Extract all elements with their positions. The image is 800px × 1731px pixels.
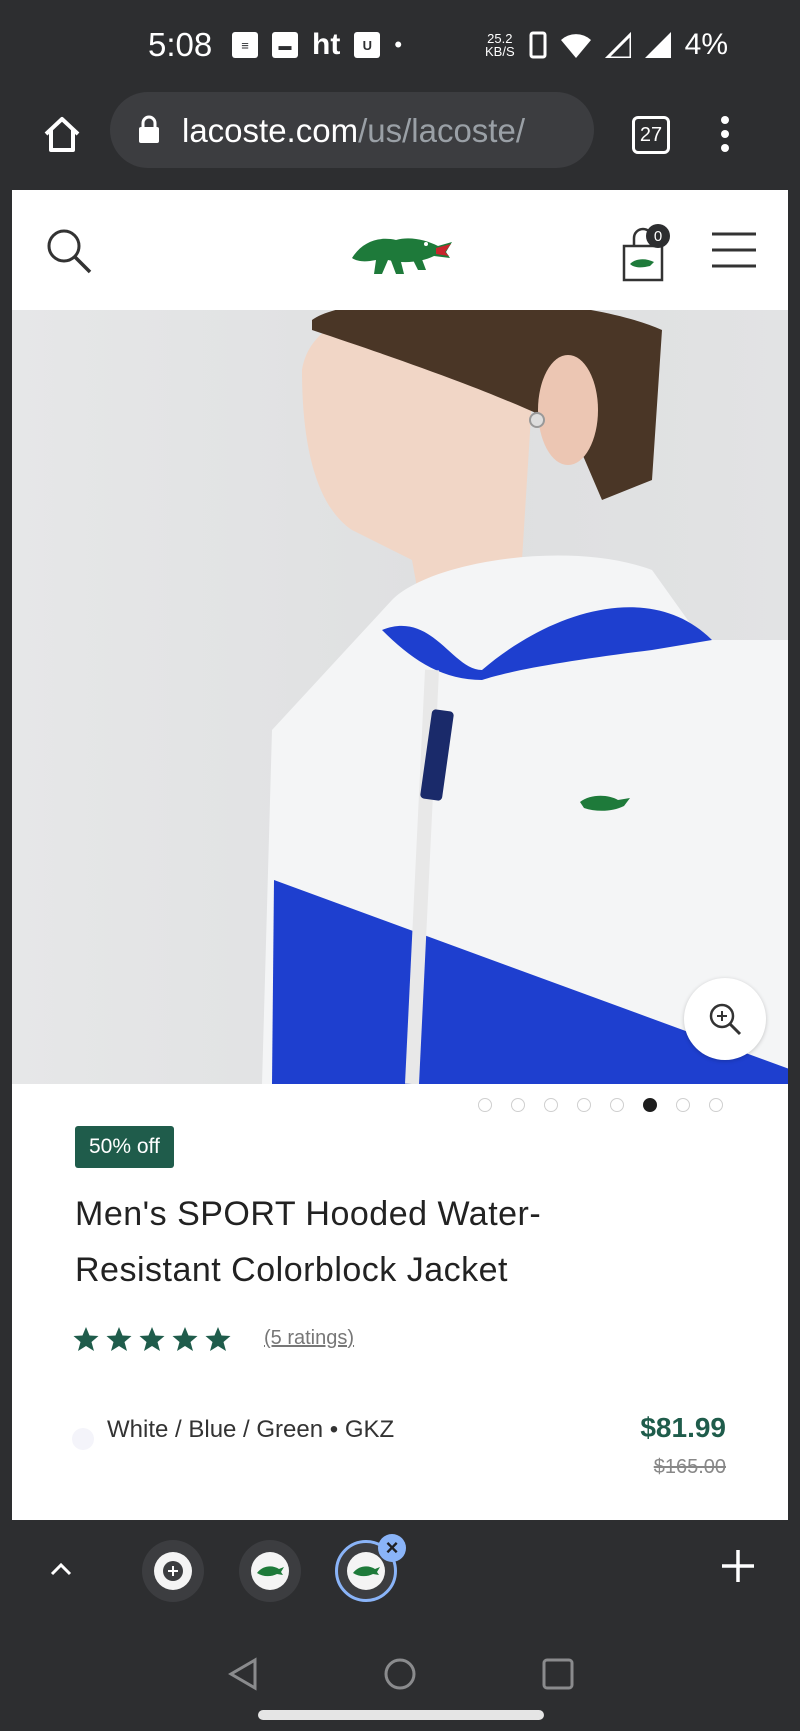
home-icon[interactable] [40, 112, 84, 156]
zoom-button[interactable] [684, 978, 766, 1060]
recent-apps-icon[interactable] [540, 1656, 576, 1692]
new-tab-icon [163, 1561, 183, 1581]
home-nav-icon[interactable] [382, 1656, 418, 1692]
carousel-dot[interactable] [544, 1098, 558, 1112]
carousel-dot[interactable] [709, 1098, 723, 1112]
carousel-dot[interactable] [478, 1098, 492, 1112]
search-icon[interactable] [44, 226, 94, 276]
tab-thumbnail-lacoste[interactable] [239, 1540, 301, 1602]
star-icon [205, 1327, 231, 1351]
product-photo [262, 310, 788, 1084]
signal-icon [604, 32, 631, 58]
lock-icon [139, 115, 159, 143]
more-notifications-dot: • [394, 32, 403, 57]
address-bar[interactable]: lacoste.com/us/lacoste/ [110, 92, 594, 168]
web-page: 0 50% off Men's SPORT Hooded Water-Resis… [12, 190, 788, 1520]
carousel-dot[interactable] [511, 1098, 525, 1112]
u-icon: U [354, 32, 381, 58]
menu-icon[interactable] [712, 230, 756, 270]
signal-icon-2 [644, 32, 671, 58]
phone-icon [529, 31, 547, 59]
wifi-icon [560, 34, 591, 58]
carousel-dot[interactable] [610, 1098, 624, 1112]
chevron-up-icon[interactable] [46, 1554, 76, 1584]
star-icon [139, 1327, 165, 1351]
lacoste-favicon [353, 1566, 380, 1577]
system-icons: 25.2 KB/S 4% [485, 28, 728, 62]
lacoste-crocodile-logo[interactable] [348, 218, 454, 284]
carousel-dot[interactable] [676, 1098, 690, 1112]
star-rating [73, 1326, 231, 1352]
tab-thumbnail-new-tab[interactable] [142, 1540, 204, 1602]
original-price: $165.00 [653, 1456, 726, 1478]
system-navigation-bar [0, 1620, 800, 1731]
carousel-dot[interactable] [577, 1098, 591, 1112]
close-tab-button[interactable]: × [378, 1534, 406, 1562]
product-title: Men's SPORT Hooded Water-Resistant Color… [75, 1195, 542, 1289]
sale-price: $81.99 [640, 1412, 726, 1443]
color-swatch[interactable] [72, 1428, 94, 1450]
site-header: 0 [12, 190, 788, 310]
ht-icon: ht [312, 28, 341, 61]
notification-icons: ≡ ▬ ht U • [232, 28, 402, 62]
news-icon: ≡ [232, 32, 258, 58]
status-bar: 5:08 ≡ ▬ ht U • 25.2 KB/S 4% [0, 0, 800, 92]
cart-count-badge: 0 [646, 224, 670, 248]
cart-button[interactable]: 0 [616, 224, 672, 284]
ratings-link[interactable]: (5 ratings) [264, 1327, 354, 1350]
tab-switcher-button[interactable]: 27 [632, 116, 670, 154]
tab-strip: × [0, 1520, 800, 1620]
carousel-dot[interactable] [643, 1098, 657, 1112]
more-menu-icon[interactable] [720, 114, 730, 154]
discount-badge: 50% off [75, 1126, 174, 1168]
star-icon [172, 1327, 198, 1351]
color-label: White / Blue / Green • GKZ [107, 1416, 395, 1443]
lacoste-favicon [257, 1566, 284, 1577]
image-carousel-dots [478, 1098, 723, 1112]
star-icon [106, 1327, 132, 1351]
status-time: 5:08 [148, 26, 213, 63]
battery-level: 4% [684, 28, 728, 61]
zoom-in-icon [709, 1003, 742, 1036]
paytm-icon: ▬ [272, 32, 298, 58]
product-image[interactable] [12, 310, 788, 1084]
new-tab-button[interactable] [718, 1546, 758, 1586]
url-text[interactable]: lacoste.com/us/lacoste/ [182, 112, 525, 150]
network-speed: 25.2 KB/S [485, 31, 515, 59]
browser-toolbar: lacoste.com/us/lacoste/ 27 [0, 92, 800, 188]
star-icon [73, 1327, 99, 1351]
back-icon[interactable] [225, 1656, 261, 1692]
gesture-handle[interactable] [258, 1710, 544, 1720]
